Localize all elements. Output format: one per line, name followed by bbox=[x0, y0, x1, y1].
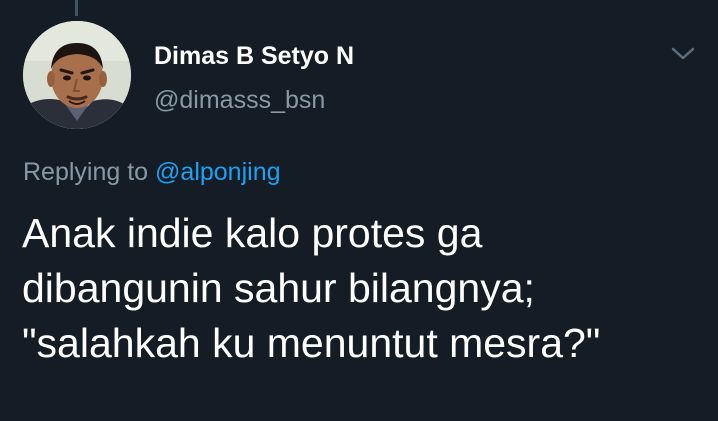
avatar[interactable] bbox=[23, 21, 131, 129]
tweet-text: Anak indie kalo protes ga dibangunin sah… bbox=[22, 206, 702, 371]
author-display-name[interactable]: Dimas B Setyo N bbox=[154, 42, 354, 71]
tweet-text-line: dibangunin sahur bilangnya; bbox=[22, 265, 535, 311]
tweet-menu-button[interactable] bbox=[670, 44, 696, 64]
chevron-down-icon bbox=[671, 47, 695, 60]
author-handle[interactable]: @dimasss_bsn bbox=[154, 86, 325, 115]
tweet-text-line: "salahkah ku menuntut mesra?" bbox=[22, 320, 601, 366]
reply-mention-link[interactable]: @alponjing bbox=[155, 158, 280, 186]
thread-connector-line bbox=[75, 0, 78, 16]
user-avatar-photo-icon bbox=[23, 21, 131, 129]
tweet-text-line: Anak indie kalo protes ga bbox=[22, 210, 483, 256]
tweet-card: Dimas B Setyo N @dimasss_bsn Replying to… bbox=[0, 0, 718, 421]
replying-to: Replying to @alponjing bbox=[23, 158, 281, 187]
replying-to-label: Replying to bbox=[23, 158, 149, 186]
